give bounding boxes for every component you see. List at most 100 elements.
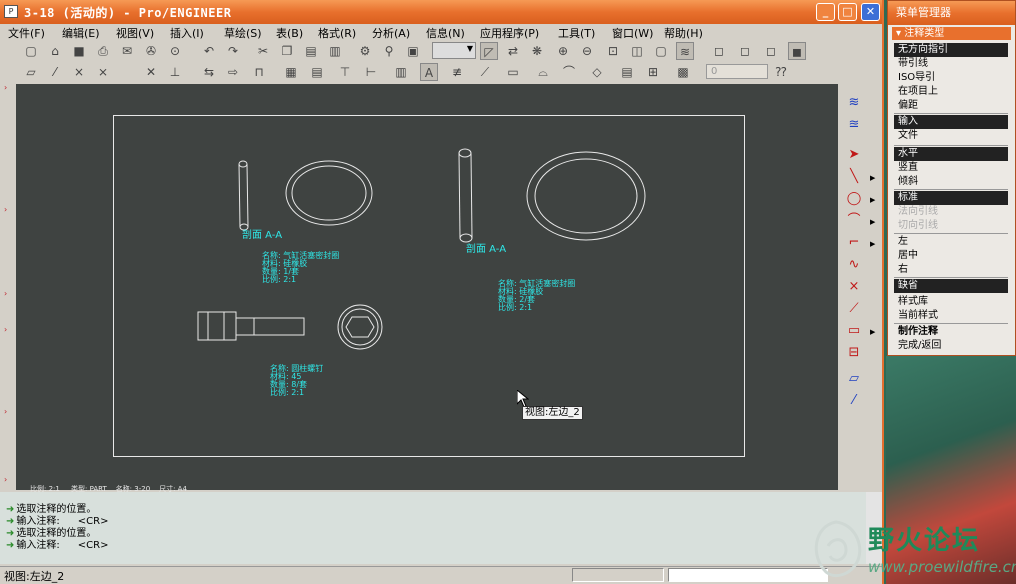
maximize-button[interactable]: □ xyxy=(838,3,857,21)
sketch-icon[interactable]: ◸ xyxy=(480,42,498,60)
menu-item[interactable]: 文件 xyxy=(894,129,1008,143)
plane-icon[interactable]: ▱ xyxy=(22,63,40,81)
menu-item[interactable]: 居中 xyxy=(894,249,1008,263)
delete-icon[interactable]: ✕ xyxy=(142,63,160,81)
arc-icon[interactable]: ⌒ xyxy=(842,212,866,230)
open-icon[interactable]: ⌂ xyxy=(46,42,64,60)
dim-icon[interactable]: ⊢ xyxy=(362,63,380,81)
hatch-icon[interactable]: ▥ xyxy=(392,63,410,81)
spin-center-icon[interactable]: ⇄ xyxy=(504,42,522,60)
menu-manager-title[interactable]: 菜单管理器 xyxy=(888,1,1015,25)
new-icon[interactable]: ▢ xyxy=(22,42,40,60)
datum-target-icon[interactable]: ⌒ xyxy=(560,63,578,81)
gtol-icon[interactable]: ▭ xyxy=(504,63,522,81)
menu-analysis[interactable]: 分析(A) xyxy=(372,25,410,41)
line-icon[interactable]: ╲ xyxy=(842,168,866,186)
view-manager-icon[interactable]: ▢ xyxy=(652,42,670,60)
menu-format[interactable]: 格式(R) xyxy=(318,25,356,41)
spin-input[interactable]: 0 xyxy=(706,64,768,79)
surface-finish-icon[interactable]: ⌓ xyxy=(534,63,552,81)
layer-icon[interactable]: ≋ xyxy=(676,42,694,60)
filter-field[interactable] xyxy=(668,568,828,582)
save-icon[interactable]: ■ xyxy=(70,42,88,60)
menu-info[interactable]: 信息(N) xyxy=(426,25,465,41)
circle-icon[interactable]: ◯ xyxy=(842,190,866,208)
find-icon[interactable]: ⚲ xyxy=(380,42,398,60)
copy-icon[interactable]: ❐ xyxy=(278,42,296,60)
print-icon[interactable]: ⎙ xyxy=(94,42,112,60)
parallelogram-icon[interactable]: ▱ xyxy=(842,370,866,388)
symbol-icon[interactable]: ⟋ xyxy=(476,63,494,81)
projection-icon[interactable]: ⇨ xyxy=(224,63,242,81)
menu-window[interactable]: 窗口(W) xyxy=(612,25,653,41)
point-icon[interactable]: × xyxy=(70,63,88,81)
cut-icon[interactable]: ✂ xyxy=(254,42,272,60)
menu-item[interactable]: 左 xyxy=(894,235,1008,249)
regenerate-icon[interactable]: ⚙ xyxy=(356,42,374,60)
layout-icon[interactable]: ▤ xyxy=(618,63,636,81)
relation-icon[interactable]: ▩ xyxy=(674,63,692,81)
menu-insert[interactable]: 插入(I) xyxy=(170,25,204,41)
menu-help[interactable]: 帮助(H) xyxy=(664,25,703,41)
menu-item[interactable]: 带引线 xyxy=(894,57,1008,71)
paste-icon[interactable]: ▤ xyxy=(302,42,320,60)
chamfer-icon[interactable]: ⟋ xyxy=(842,300,866,318)
table-icon[interactable]: ▦ xyxy=(282,63,300,81)
note-seal-2[interactable]: 名称: 气缸活塞密封圈 材料: 硅橡胶 数量: 2/套 比例: 2:1 xyxy=(498,280,575,312)
wireframe-icon[interactable]: ◻ xyxy=(710,42,728,60)
close-button[interactable]: ✕ xyxy=(861,3,880,21)
note-screw[interactable]: 名称: 圆柱螺钉 材料: 45 数量: 8/套 比例: 2:1 xyxy=(270,365,323,397)
menu-edit[interactable]: 编辑(E) xyxy=(62,25,100,41)
csys-icon[interactable]: ⨯ xyxy=(94,63,112,81)
menu-item[interactable]: 右 xyxy=(894,263,1008,277)
menu-item[interactable]: 在项目上 xyxy=(894,85,1008,99)
move-icon[interactable]: ⊥ xyxy=(166,63,184,81)
minimize-button[interactable]: _ xyxy=(816,3,835,21)
spline-icon[interactable]: ∿ xyxy=(842,256,866,274)
undo-icon[interactable]: ↶ xyxy=(200,42,218,60)
menu-item[interactable]: 当前样式 xyxy=(894,309,1008,323)
section-label-1[interactable]: 剖面 A-A xyxy=(242,226,282,241)
drawing-canvas[interactable]: 剖面 A-A 剖面 A-A 名称: 气缸活塞密封圈 材料: 硅橡胶 数量: 1/… xyxy=(16,84,838,493)
construction-line-icon[interactable]: ⁄ xyxy=(842,392,866,410)
balloon-icon[interactable]: ≢ xyxy=(448,63,466,81)
send2-icon[interactable]: ⊙ xyxy=(166,42,184,60)
menu-table[interactable]: 表(B) xyxy=(276,25,303,41)
menu-tools[interactable]: 工具(T) xyxy=(558,25,595,41)
menu-item[interactable]: 标准 xyxy=(894,191,1008,205)
hidden-line-icon[interactable]: ◻ xyxy=(736,42,754,60)
section-label-2[interactable]: 剖面 A-A xyxy=(466,240,506,255)
sketch-pref-icon[interactable]: ≋ xyxy=(842,94,866,112)
offset-icon[interactable]: ⊟ xyxy=(842,344,866,362)
menu-applications[interactable]: 应用程序(P) xyxy=(480,25,539,41)
menu-manager-header[interactable]: ▾ 注释类型 xyxy=(892,27,1011,40)
flyout-arrow-icon[interactable]: ▶ xyxy=(870,240,875,248)
find2-icon[interactable]: ▣ xyxy=(404,42,422,60)
menu-file[interactable]: 文件(F) xyxy=(8,25,45,41)
refit-icon[interactable]: ⊡ xyxy=(604,42,622,60)
paste-special-icon[interactable]: ▥ xyxy=(326,42,344,60)
point-icon[interactable]: × xyxy=(842,278,866,296)
menu-item[interactable]: 无方向指引 xyxy=(894,43,1008,57)
grid-icon[interactable]: ⊞ xyxy=(644,63,662,81)
zoom-in-icon[interactable]: ⊕ xyxy=(554,42,572,60)
redo-icon[interactable]: ↷ xyxy=(224,42,242,60)
flyout-arrow-icon[interactable]: ▶ xyxy=(870,196,875,204)
title-bar[interactable]: P 3-18 (活动的) - Pro/ENGINEER _ □ ✕ xyxy=(0,0,882,24)
rectangle-icon[interactable]: ▭ xyxy=(842,322,866,340)
select-arrow-icon[interactable]: ➤ xyxy=(842,146,866,164)
shading-icon[interactable]: ◼ xyxy=(788,42,806,60)
menu-item[interactable]: 缺省 xyxy=(894,279,1008,293)
menu-item[interactable]: 样式库 xyxy=(894,295,1008,309)
flyout-arrow-icon[interactable]: ▶ xyxy=(870,218,875,226)
note-seal-1[interactable]: 名称: 气缸活塞密封圈 材料: 硅橡胶 数量: 1/套 比例: 2:1 xyxy=(262,252,339,284)
detail-icon[interactable]: ⊓ xyxy=(250,63,268,81)
sketch-tools-icon[interactable]: ≊ xyxy=(842,116,866,134)
menu-view[interactable]: 视图(V) xyxy=(116,25,154,41)
menu-item[interactable]: 偏距 xyxy=(894,99,1008,113)
select-filter-dropdown[interactable]: ▼ xyxy=(432,42,476,59)
menu-item[interactable]: 倾斜 xyxy=(894,175,1008,189)
flyout-arrow-icon[interactable]: ▶ xyxy=(870,174,875,182)
zoom-out-icon[interactable]: ⊖ xyxy=(578,42,596,60)
flyout-arrow-icon[interactable]: ▶ xyxy=(870,328,875,336)
